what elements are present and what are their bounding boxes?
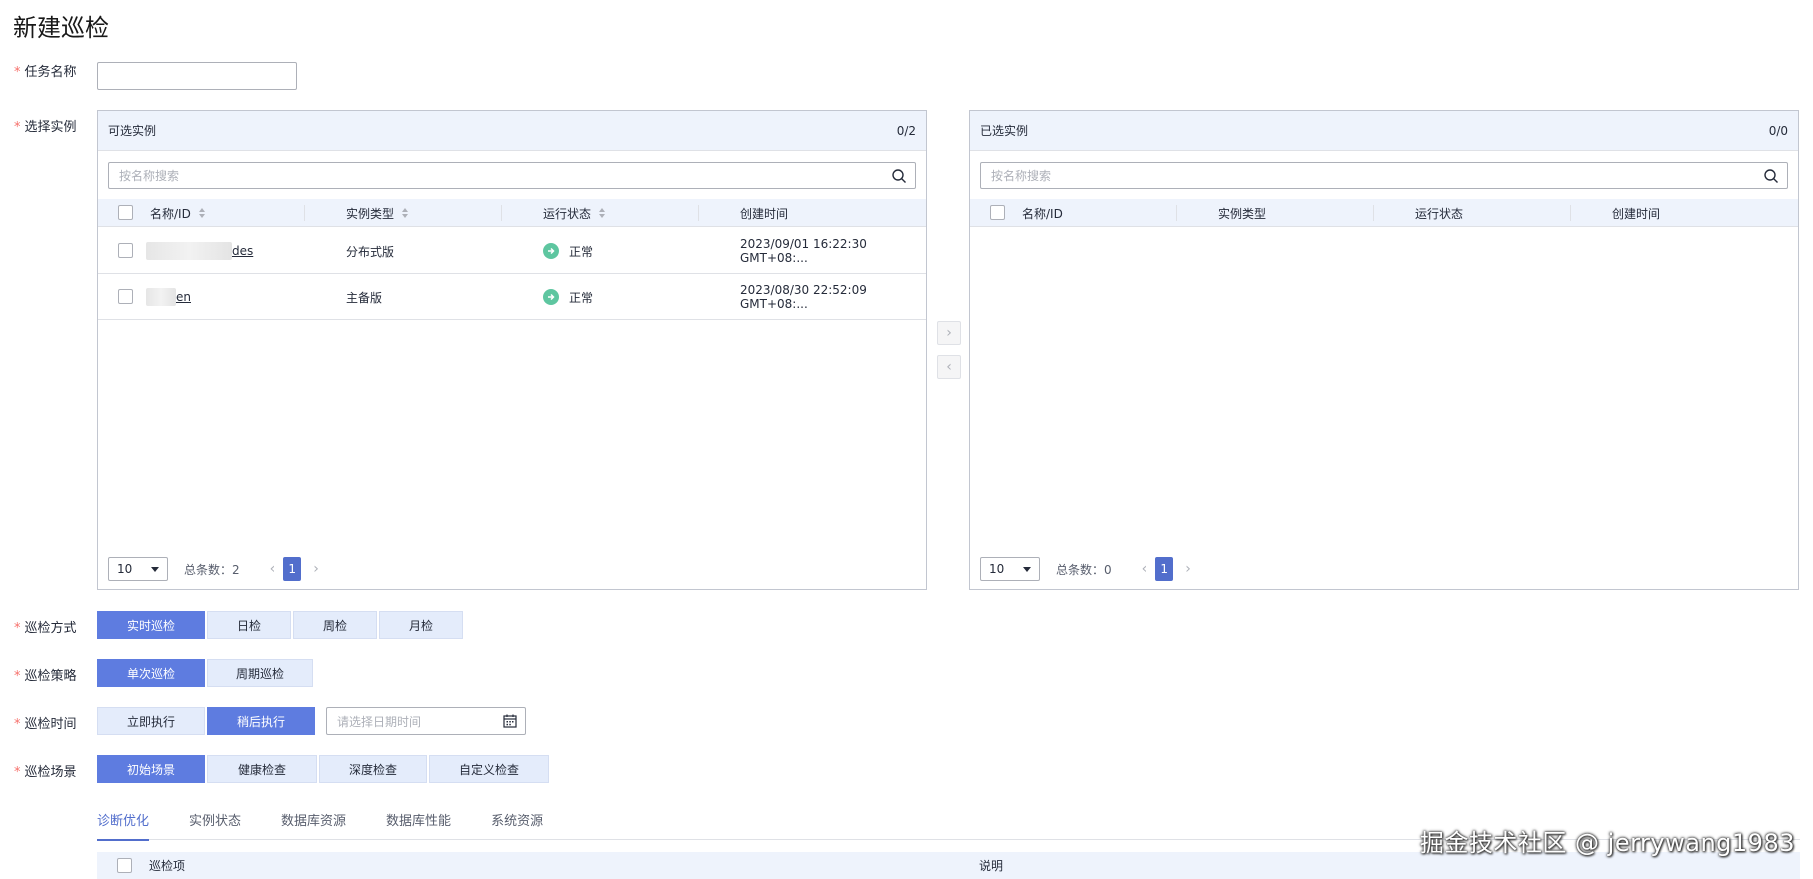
table-row: des 分布式版 正常 2023/09/01 16:22:30 GMT+08:.…	[98, 228, 926, 274]
calendar-icon[interactable]	[503, 714, 517, 728]
status-ok-icon	[543, 289, 559, 305]
tab-system-resources[interactable]: 系统资源	[491, 810, 543, 840]
prev-page-icon[interactable]: ‹	[270, 561, 276, 577]
select-all-checkbox[interactable]	[118, 205, 133, 220]
move-right-button[interactable]: ›	[937, 321, 961, 345]
mode-realtime-button[interactable]: 实时巡检	[97, 611, 205, 639]
scene-button-group: 初始场景 健康检查 深度检查 自定义检查	[97, 755, 551, 783]
instances-label: * 选择实例	[14, 120, 77, 135]
selected-instances-panel: 已选实例 0/0 按名称搜索 名称/ID 实例类型 运行状态 创建时间 10 总…	[969, 110, 1799, 590]
prev-page-icon[interactable]: ‹	[1142, 561, 1148, 577]
instance-type: 分布式版	[346, 244, 395, 259]
chevron-right-icon: ›	[946, 325, 952, 341]
tab-db-performance[interactable]: 数据库性能	[386, 810, 451, 840]
available-instances-panel: 可选实例 0/2 按名称搜索 名称/ID 实例类型 运行状态 创建时间 des …	[97, 110, 927, 590]
tab-instance-status[interactable]: 实例状态	[189, 810, 241, 840]
selected-panel-header: 已选实例 0/0	[970, 111, 1798, 151]
selected-pagination: 10 总条数：0 ‹ 1 ›	[980, 557, 1191, 581]
search-icon[interactable]	[1763, 168, 1779, 184]
scene-label: * 巡检场景	[14, 765, 77, 780]
page-number[interactable]: 1	[1155, 557, 1174, 581]
select-all-checkbox[interactable]	[117, 858, 132, 873]
sort-icon[interactable]	[599, 208, 606, 218]
instance-name-cell[interactable]: des	[146, 228, 253, 274]
instance-created: 2023/08/30 22:52:09 GMT+08:...	[740, 283, 867, 311]
available-table-header: 名称/ID 实例类型 运行状态 创建时间	[98, 199, 926, 227]
col-description: 说明	[979, 859, 1004, 873]
page-number[interactable]: 1	[283, 557, 302, 581]
select-all-checkbox[interactable]	[990, 205, 1005, 220]
search-icon[interactable]	[891, 168, 907, 184]
scene-health-button[interactable]: 健康检查	[207, 755, 317, 783]
task-name-label: * 任务名称	[14, 65, 77, 80]
tab-diagnosis[interactable]: 诊断优化	[97, 810, 150, 841]
strategy-button-group: 单次巡检 周期巡检	[97, 659, 315, 687]
scene-deep-button[interactable]: 深度检查	[319, 755, 427, 783]
page-size-select[interactable]: 10	[108, 557, 168, 581]
mode-label: * 巡检方式	[14, 621, 77, 636]
table-row: en 主备版 正常 2023/08/30 22:52:09 GMT+08:...	[98, 274, 926, 320]
tab-db-resources[interactable]: 数据库资源	[281, 810, 346, 840]
col-created: 创建时间	[740, 206, 789, 221]
next-page-icon[interactable]: ›	[1185, 561, 1191, 577]
mode-monthly-button[interactable]: 月检	[379, 611, 463, 639]
sort-icon[interactable]	[198, 208, 206, 218]
selected-table-header: 名称/ID 实例类型 运行状态 创建时间	[970, 199, 1798, 227]
instance-status: 正常	[543, 228, 593, 274]
time-now-button[interactable]: 立即执行	[97, 707, 205, 735]
selected-count: 0/0	[1768, 123, 1788, 138]
selected-panel-title: 已选实例	[980, 124, 1029, 138]
instance-created: 2023/09/01 16:22:30 GMT+08:...	[740, 237, 867, 265]
strategy-periodic-button[interactable]: 周期巡检	[207, 659, 313, 687]
move-left-button[interactable]: ‹	[937, 355, 961, 379]
page-title: 新建巡检	[13, 14, 109, 42]
instance-name-link[interactable]: en	[176, 290, 191, 304]
col-created: 创建时间	[1612, 206, 1661, 221]
row-checkbox[interactable]	[118, 289, 133, 304]
datetime-picker[interactable]: 请选择日期时间	[326, 707, 526, 735]
chevron-down-icon	[1023, 566, 1031, 572]
scene-initial-button[interactable]: 初始场景	[97, 755, 205, 783]
col-name: 名称/ID	[1022, 206, 1063, 221]
time-later-button[interactable]: 稍后执行	[207, 707, 315, 735]
instance-status: 正常	[543, 274, 593, 320]
mode-daily-button[interactable]: 日检	[207, 611, 291, 639]
time-label: * 巡检时间	[14, 717, 77, 732]
available-count: 0/2	[896, 123, 916, 138]
col-item: 巡检项	[149, 859, 186, 873]
strategy-single-button[interactable]: 单次巡检	[97, 659, 205, 687]
instance-type: 主备版	[346, 290, 383, 305]
col-status: 运行状态	[1415, 206, 1464, 221]
chevron-down-icon	[151, 566, 159, 572]
instance-name-link[interactable]: des	[232, 244, 253, 258]
task-name-input[interactable]	[97, 62, 297, 90]
next-page-icon[interactable]: ›	[313, 561, 319, 577]
time-button-group: 立即执行 稍后执行	[97, 707, 317, 735]
total-count: 总条数：0	[1056, 562, 1112, 577]
status-ok-icon	[543, 243, 559, 259]
col-status[interactable]: 运行状态	[543, 199, 606, 227]
watermark: 掘金技术社区 @ jerrywang1983	[1419, 829, 1795, 857]
mode-button-group: 实时巡检 日检 周检 月检	[97, 611, 465, 639]
selected-search-input[interactable]: 按名称搜索	[980, 162, 1788, 189]
total-count: 总条数：2	[184, 562, 240, 577]
sort-icon[interactable]	[402, 208, 409, 218]
available-panel-title: 可选实例	[108, 124, 157, 138]
chevron-left-icon: ‹	[946, 359, 952, 375]
col-type: 实例类型	[1218, 206, 1267, 221]
row-checkbox[interactable]	[118, 243, 133, 258]
available-pagination: 10 总条数：2 ‹ 1 ›	[108, 557, 319, 581]
strategy-label: * 巡检策略	[14, 669, 77, 684]
scene-custom-button[interactable]: 自定义检查	[429, 755, 549, 783]
col-type[interactable]: 实例类型	[346, 199, 409, 227]
col-name[interactable]: 名称/ID	[150, 199, 206, 227]
instance-name-cell[interactable]: en	[146, 274, 191, 320]
available-search-input[interactable]: 按名称搜索	[108, 162, 916, 189]
available-panel-header: 可选实例 0/2	[98, 111, 926, 151]
mode-weekly-button[interactable]: 周检	[293, 611, 377, 639]
page-size-select[interactable]: 10	[980, 557, 1040, 581]
